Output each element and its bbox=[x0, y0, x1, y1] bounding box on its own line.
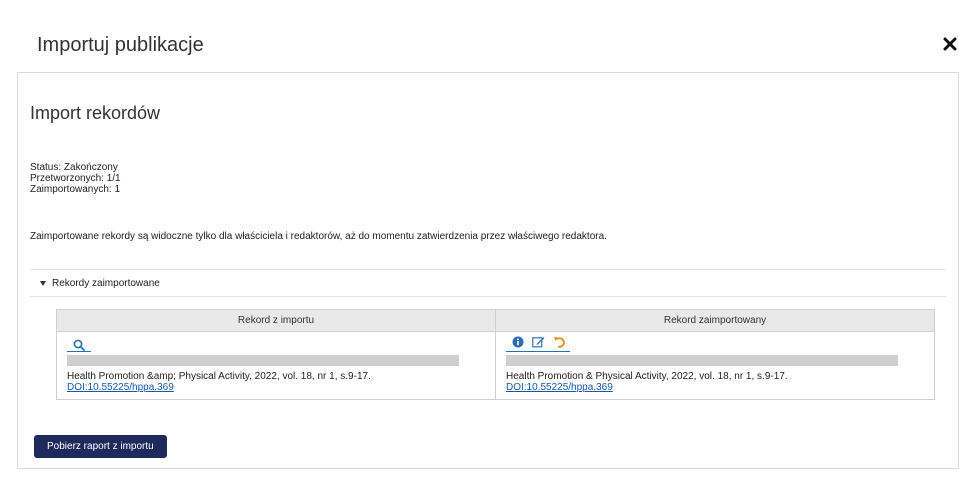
imported-record-cell: Health Promotion & Physical Activity, 20… bbox=[495, 331, 935, 400]
close-icon[interactable] bbox=[942, 36, 958, 52]
info-icon[interactable] bbox=[512, 336, 524, 351]
search-icon[interactable] bbox=[67, 337, 91, 352]
records-table: Rekord z importu Rekord zaimportowany He… bbox=[56, 309, 935, 400]
edit-icon[interactable] bbox=[532, 336, 545, 351]
imported-record-source: Health Promotion & Physical Activity, 20… bbox=[506, 371, 788, 382]
divider bbox=[30, 269, 946, 270]
processed-count: Przetworzonych: 1/1 bbox=[30, 173, 121, 184]
redacted-title bbox=[67, 355, 459, 366]
status-block: Status: Zakończony Przetworzonych: 1/1 Z… bbox=[30, 162, 121, 195]
table-row: Health Promotion &amp; Physical Activity… bbox=[56, 331, 935, 400]
record-actions bbox=[506, 336, 570, 352]
import-panel: Import rekordów Status: Zakończony Przet… bbox=[17, 72, 959, 469]
import-record-doi-link[interactable]: DOI:10.55225/hppa.369 bbox=[67, 382, 174, 393]
undo-icon[interactable] bbox=[553, 336, 566, 351]
column-header-imported: Rekord zaimportowany bbox=[495, 309, 935, 332]
import-record-cell: Health Promotion &amp; Physical Activity… bbox=[56, 331, 496, 400]
caret-down-icon bbox=[40, 281, 46, 286]
column-header-import: Rekord z importu bbox=[56, 309, 496, 332]
imported-records-toggle[interactable]: Rekordy zaimportowane bbox=[40, 278, 160, 289]
modal-title: Importuj publikacje bbox=[37, 34, 204, 56]
imported-count: Zaimportowanych: 1 bbox=[30, 184, 121, 195]
redacted-title bbox=[506, 355, 898, 366]
visibility-notice: Zaimportowane rekordy są widoczne tylko … bbox=[30, 231, 607, 242]
panel-heading: Import rekordów bbox=[30, 103, 161, 123]
import-record-source: Health Promotion &amp; Physical Activity… bbox=[67, 371, 371, 382]
toggle-label: Rekordy zaimportowane bbox=[52, 278, 160, 289]
imported-record-doi-link[interactable]: DOI:10.55225/hppa.369 bbox=[506, 382, 613, 393]
download-report-button[interactable]: Pobierz raport z importu bbox=[34, 435, 167, 458]
status-text: Status: Zakończony bbox=[30, 162, 118, 173]
divider bbox=[30, 296, 946, 297]
